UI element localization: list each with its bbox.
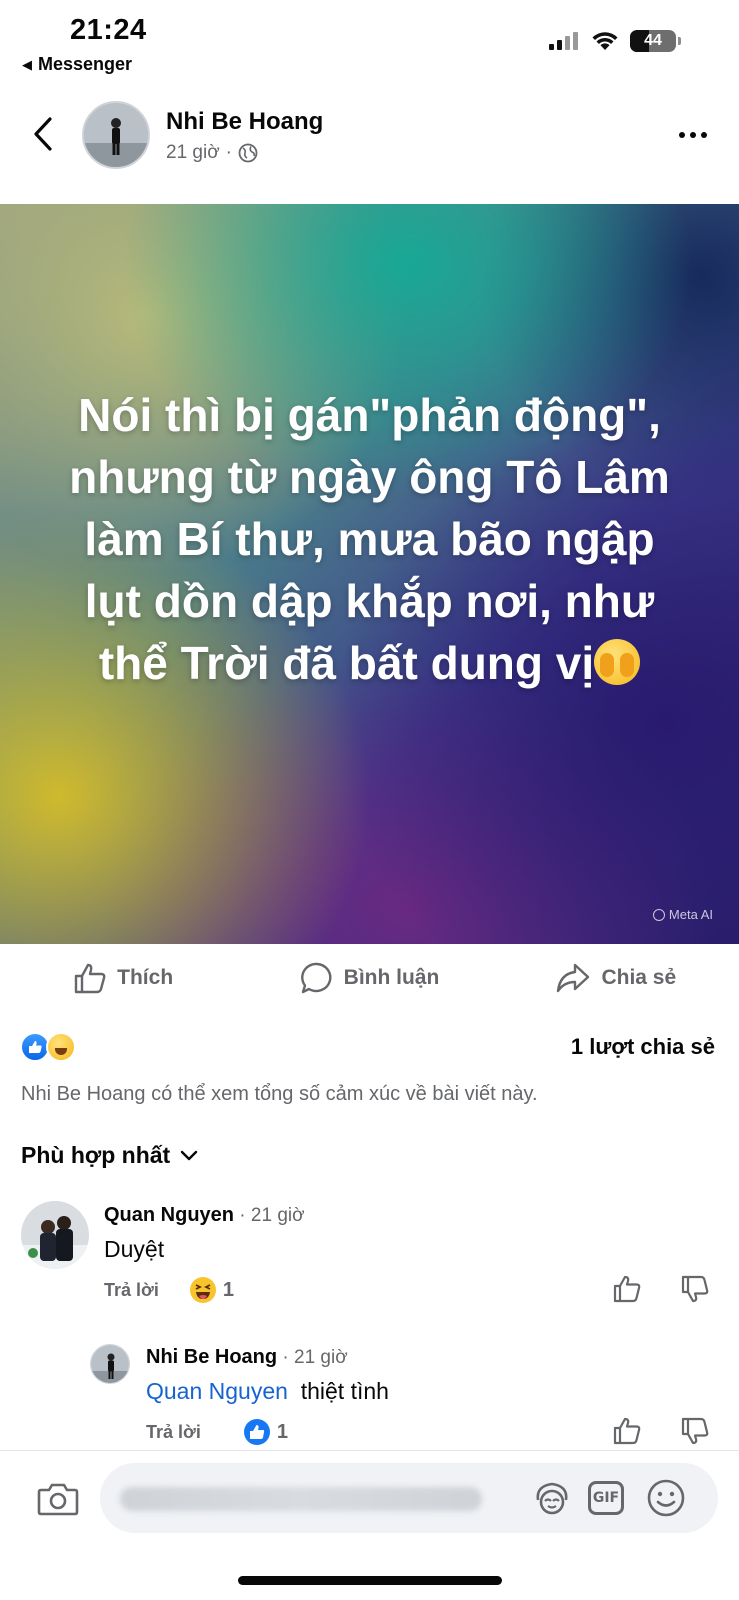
like-label: Thích [117, 966, 174, 989]
comment-body: thiệt tình [300, 1378, 389, 1404]
home-indicator[interactable] [238, 1576, 502, 1585]
author-name[interactable]: Nhi Be Hoang [166, 108, 323, 136]
comment-reaction-summary[interactable]: 1 [243, 1418, 288, 1446]
watermark-label: Meta AI [668, 907, 713, 922]
comment-time: · 21 giờ [239, 1205, 305, 1226]
reply-button[interactable]: Trả lời [104, 1280, 159, 1301]
more-options-button[interactable] [675, 120, 711, 150]
comment-header: Quan Nguyen · 21 giờ [104, 1204, 305, 1227]
gif-button[interactable]: GIF [584, 1476, 628, 1520]
reaction-count: 1 [276, 1420, 288, 1443]
commenter-name[interactable]: Quan Nguyen [104, 1204, 234, 1226]
back-to-app-link[interactable]: ◀ Messenger [22, 54, 132, 75]
thumbs-up-icon [74, 963, 106, 994]
mention-link[interactable]: Quan Nguyen [146, 1378, 288, 1404]
status-time: 21:24 [70, 14, 147, 46]
camera-button[interactable] [36, 1477, 80, 1521]
comment-vote-buttons [612, 1274, 710, 1304]
haha-reaction-icon [46, 1032, 76, 1062]
reaction-icons[interactable] [20, 1032, 76, 1062]
upvote-icon[interactable] [612, 1416, 642, 1446]
comment-reaction-summary[interactable]: 1 [189, 1276, 234, 1304]
commenter-avatar[interactable] [21, 1201, 89, 1269]
comment-item: Quan Nguyen · 21 giờ Duyệt Trả lời 1 [0, 1198, 739, 1308]
back-app-label: Messenger [38, 54, 133, 74]
like-button[interactable]: Thích [0, 950, 246, 1006]
emoji-button[interactable] [644, 1476, 688, 1520]
meta-ai-watermark: Meta AI [652, 907, 713, 922]
comment-vote-buttons [612, 1416, 710, 1446]
share-label: Chia sẻ [601, 966, 677, 989]
comment-label: Bình luận [343, 966, 440, 989]
couple-photo-icon [21, 1201, 89, 1269]
status-bar: 21:24 ◀ Messenger 44 [0, 0, 739, 80]
comment-header: Nhi Be Hoang · 21 giờ [146, 1346, 348, 1369]
reaction-summary: 1 lượt chia sẻ [20, 1032, 715, 1064]
downvote-icon[interactable] [680, 1416, 710, 1446]
share-count[interactable]: 1 lượt chia sẻ [571, 1034, 715, 1060]
comment-button[interactable]: Bình luận [246, 950, 492, 1006]
comment-time: · 21 giờ [282, 1347, 348, 1368]
cellular-signal-icon [549, 32, 578, 50]
person-photo-icon [91, 1345, 129, 1383]
like-reaction-icon [243, 1419, 270, 1445]
person-photo-icon [84, 103, 148, 167]
post-header: Nhi Be Hoang 21 giờ · [0, 96, 739, 176]
post-text: Nói thì bị gán"phản động", nhưng từ ngày… [60, 384, 679, 694]
emoji-smile-icon [647, 1479, 685, 1517]
meta-separator: · [225, 142, 232, 163]
comment-input-box[interactable]: GIF [100, 1463, 718, 1533]
wifi-icon [592, 32, 618, 50]
back-button[interactable] [28, 114, 58, 154]
downvote-icon[interactable] [680, 1274, 710, 1304]
post-text-body: Nói thì bị gán"phản động", nhưng từ ngày… [69, 389, 670, 689]
status-icons: 44 [548, 30, 681, 52]
comment-input[interactable] [120, 1463, 480, 1533]
post-action-bar: Thích Bình luận Chia sẻ [0, 950, 739, 1006]
reply-button[interactable]: Trả lời [146, 1422, 201, 1443]
comment-text: Duyệt [104, 1236, 165, 1262]
comment-text: Quan Nguyen thiệt tình [146, 1378, 389, 1405]
reply-item: Nhi Be Hoang · 21 giờ Quan Nguyen thiệt … [0, 1342, 739, 1452]
camera-icon [37, 1483, 79, 1516]
commenter-name[interactable]: Nhi Be Hoang [146, 1346, 277, 1368]
post-meta: 21 giờ · [166, 142, 258, 164]
post-time[interactable]: 21 giờ [166, 142, 220, 164]
share-arrow-icon [557, 963, 590, 993]
share-button[interactable]: Chia sẻ [493, 950, 739, 1006]
sort-label: Phù hợp nhất [21, 1142, 171, 1168]
meta-ai-ring-icon [652, 908, 665, 921]
comment-meta: Trả lời 1 [146, 1418, 288, 1446]
comment-sort-dropdown[interactable]: Phù hợp nhất [21, 1142, 198, 1169]
more-dots-icon [679, 132, 685, 138]
globe-icon[interactable] [238, 143, 258, 163]
gif-icon: GIF [588, 1481, 624, 1515]
avatar-sticker-icon [536, 1482, 568, 1515]
battery-indicator: 44 [630, 30, 676, 52]
upvote-icon[interactable] [612, 1274, 642, 1304]
post-image[interactable]: Nói thì bị gán"phản động", nhưng từ ngày… [0, 204, 739, 944]
chevron-left-icon [34, 117, 52, 151]
battery-percent: 44 [644, 32, 662, 49]
reaction-count: 1 [222, 1278, 234, 1301]
back-triangle-icon: ◀ [22, 56, 32, 72]
author-avatar[interactable] [82, 101, 150, 169]
commenter-avatar[interactable] [90, 1344, 130, 1384]
haha-emoji-icon [189, 1277, 216, 1303]
comment-bubble-icon [300, 962, 332, 994]
comment-meta: Trả lời 1 [104, 1276, 234, 1304]
avatar-sticker-button[interactable] [530, 1476, 574, 1520]
chevron-down-icon [181, 1150, 198, 1160]
hand-over-mouth-emoji-icon [594, 639, 641, 685]
reaction-visibility-note: Nhi Be Hoang có thể xem tổng số cảm xúc … [21, 1083, 538, 1105]
